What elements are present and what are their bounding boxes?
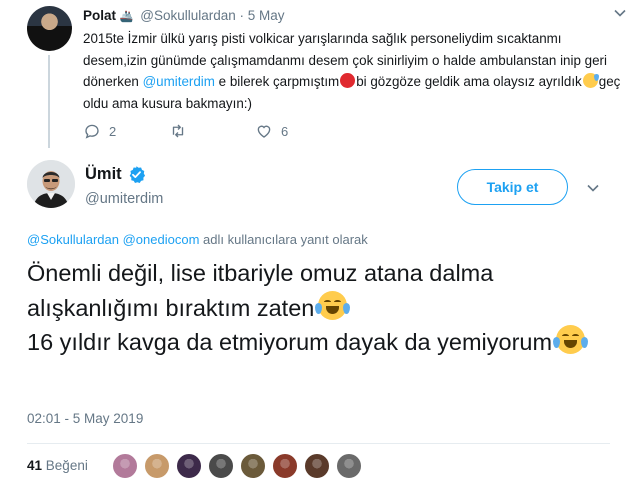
main-tweet-text: Önemli değil, lise itbariyle omuz atana … [27, 257, 617, 360]
parent-handle[interactable]: @Sokullulardan [140, 8, 236, 23]
parent-actions: 2 6 [83, 122, 341, 140]
person-avatar-icon [27, 160, 75, 208]
joy-emoji [315, 290, 351, 320]
joy-emoji [553, 325, 589, 354]
mention-onediocom[interactable]: @onediocom [123, 232, 200, 247]
liker-avatar[interactable] [112, 453, 138, 479]
likes-summary[interactable]: 41 Beğeni [27, 458, 88, 473]
tweet-timestamp[interactable]: 02:01 - 5 May 2019 [27, 411, 143, 426]
chevron-down-icon[interactable] [586, 181, 600, 195]
liker-avatar[interactable] [304, 453, 330, 479]
parent-header: Polat 🚢 @Sokullulardan · 5 May [83, 8, 285, 23]
reply-context: @Sokullulardan @onediocom adlı kullanıcı… [27, 232, 368, 247]
likers-avatars [112, 453, 368, 479]
liker-avatar[interactable] [240, 453, 266, 479]
main-avatar[interactable] [27, 160, 75, 208]
parent-avatar[interactable] [27, 6, 72, 51]
tweet-text-segment: e bilerek çarpmıştım [214, 74, 340, 89]
likes-label: Beğeni [45, 458, 88, 473]
reply-context-suffix: adlı kullanıcılara yanıt olarak [199, 232, 368, 247]
liker-avatar[interactable] [272, 453, 298, 479]
author-name[interactable]: Ümit [85, 165, 122, 184]
reply-icon [85, 124, 99, 139]
mention-umiterdim[interactable]: @umiterdim [143, 74, 215, 89]
angry-face-emoji [340, 73, 356, 88]
author-handle[interactable]: @umiterdim [85, 191, 163, 207]
heart-icon [257, 125, 271, 138]
like-count: 6 [281, 123, 289, 139]
tweet-text-line2: 16 yıldır kavga da etmiyorum dayak da ye… [27, 329, 553, 355]
follow-button[interactable]: Takip et [457, 169, 568, 205]
verified-badge-icon [129, 166, 145, 184]
parent-date[interactable]: 5 May [248, 8, 285, 23]
like-button[interactable]: 6 [255, 122, 341, 140]
reply-count: 2 [109, 123, 117, 139]
mention-sokullulardan[interactable]: @Sokullulardan [27, 232, 119, 247]
reply-button[interactable]: 2 [83, 122, 169, 140]
retweet-icon [172, 124, 184, 138]
ship-icon: 🚢 [119, 11, 134, 23]
parent-name[interactable]: Polat [83, 8, 116, 23]
dot-separator: · [239, 8, 245, 23]
tweet-text-line1: Önemli değil, lise itbariyle omuz atana … [27, 260, 494, 321]
liker-avatar[interactable] [144, 453, 170, 479]
tweet-text-segment: bi gözgöze geldik ama olaysız ayrıldık [356, 74, 582, 89]
chevron-down-icon[interactable] [613, 6, 627, 20]
main-name-row[interactable]: Ümit [85, 165, 146, 184]
liker-avatar[interactable] [208, 453, 234, 479]
likes-count: 41 [27, 458, 43, 473]
divider [27, 443, 610, 444]
sweat-smile-emoji [582, 73, 599, 88]
parent-tweet-text: 2015te İzmir ülkü yarış pisti volkicar y… [83, 28, 628, 114]
liker-avatar[interactable] [336, 453, 362, 479]
retweet-button[interactable] [169, 122, 255, 140]
thread-line [48, 55, 50, 148]
liker-avatar[interactable] [176, 453, 202, 479]
